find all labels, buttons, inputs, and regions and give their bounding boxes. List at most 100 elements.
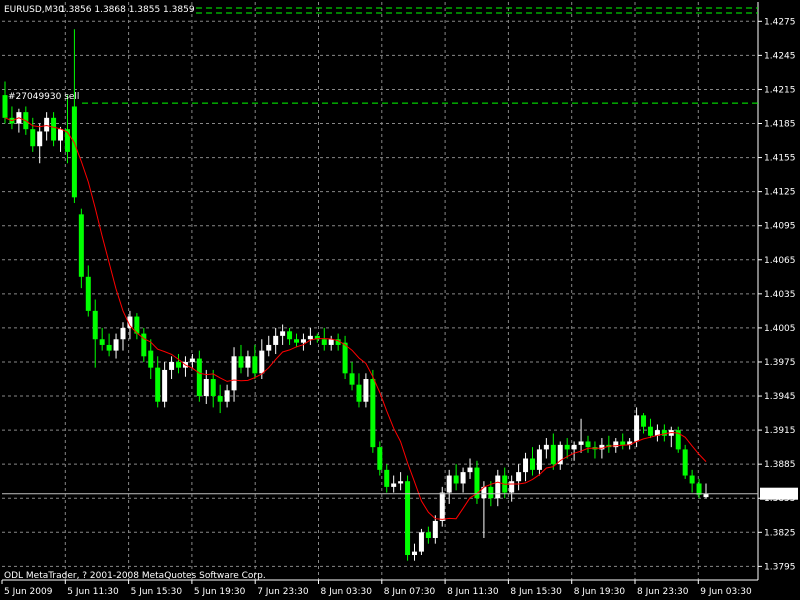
candle-bull [446, 475, 452, 493]
candle-bear [287, 331, 293, 340]
candle-bull [516, 472, 522, 482]
candle-bull [224, 390, 230, 402]
candle-bear [661, 430, 667, 436]
x-tick-label: 5 Jun 15:30 [131, 587, 183, 597]
candle-bear [99, 339, 105, 345]
candle-bull [300, 339, 306, 343]
x-tick-label: 8 Jun 15:30 [510, 587, 562, 597]
candle-bear [370, 379, 376, 448]
candle-bear [384, 469, 390, 487]
candle-bear [51, 117, 57, 141]
candle-bear [30, 129, 36, 147]
x-tick-label: 8 Jun 07:30 [384, 587, 436, 597]
candle-bull [418, 532, 424, 552]
candle-bull [189, 358, 195, 362]
candle-bear [405, 481, 411, 556]
candle-bear [377, 447, 383, 470]
candle-bull [703, 493, 709, 498]
candle-bear [252, 356, 258, 374]
candle-bear [342, 342, 348, 374]
y-tick-label: 1.3975 [764, 358, 796, 368]
candle-bull [495, 475, 501, 499]
candle-bear [356, 384, 362, 402]
candle-bull [169, 361, 175, 370]
candle-bear [696, 483, 702, 495]
candle-bull [307, 335, 313, 340]
candle-bull [571, 444, 577, 450]
candle-bear [155, 367, 161, 402]
price-chart[interactable]: 5 Jun 2009 5 Jun 11:30 5 Jun 15:30 5 Jun 19… [0, 0, 800, 600]
candle-bear [529, 458, 535, 470]
y-tick-label: 1.4065 [764, 256, 796, 266]
y-tick-label: 1.3825 [764, 528, 796, 538]
candle-bear [488, 486, 494, 499]
x-tick-label: 8 Jun 03:30 [321, 587, 373, 597]
y-tick-label: 1.3885 [764, 460, 796, 470]
y-tick-label: 1.4035 [764, 290, 796, 300]
candle-bull [58, 129, 64, 141]
candle-bear [425, 532, 431, 538]
y-tick-label: 1.4275 [764, 17, 796, 27]
candle-bear [689, 475, 695, 484]
candle-bull [162, 369, 168, 402]
y-tick-label: 1.4185 [764, 120, 796, 130]
candle-bear [78, 214, 84, 277]
candle-bull [439, 492, 445, 521]
y-tick-label: 1.3945 [764, 392, 796, 402]
candle-bear [238, 356, 244, 368]
candle-bull [44, 117, 50, 132]
candle-bull [398, 481, 404, 484]
candle-bull [363, 379, 369, 402]
candle-bull [245, 356, 251, 368]
candle-bull [203, 379, 209, 397]
candle-bull [523, 458, 529, 473]
candle-bear [585, 441, 591, 448]
chart-ohlc: 1.3856 1.3868 1.3855 1.3859 [60, 5, 195, 15]
candle-bear [106, 344, 112, 351]
candle-bear [620, 441, 626, 445]
candle-bear [85, 276, 91, 311]
candle-bull [543, 444, 549, 450]
y-tick-label: 1.4005 [764, 324, 796, 334]
candle-bull [259, 350, 265, 374]
candle-bear [176, 361, 182, 368]
x-tick-label: 7 Jun 23:30 [257, 587, 309, 597]
candle-bull [411, 551, 417, 556]
candle-bull [37, 131, 43, 147]
candle-bull [467, 467, 473, 473]
candle-bull [509, 481, 515, 493]
candle-bull [328, 339, 334, 345]
candle-bear [92, 310, 98, 340]
candle-bear [349, 373, 355, 385]
y-tick-label: 1.4095 [764, 222, 796, 232]
x-tick-label: 5 Jun 11:30 [67, 587, 119, 597]
candle-bear [647, 426, 653, 436]
candle-bear [564, 444, 570, 450]
y-tick-label: 1.4215 [764, 85, 796, 95]
candle-bear [550, 444, 556, 465]
candle-bull [634, 415, 640, 442]
y-tick-label: 1.3915 [764, 426, 796, 436]
candle-bull [120, 327, 126, 340]
x-tick-label: 8 Jun 19:30 [574, 587, 626, 597]
candle-bull [266, 344, 272, 351]
y-tick-label: 1.4245 [764, 51, 796, 61]
candle-bull [113, 339, 119, 351]
candle-bear [294, 339, 300, 343]
candle-bull [231, 356, 237, 391]
y-tick-label: 1.3795 [764, 562, 796, 572]
candle-bull [460, 472, 466, 484]
x-tick-label: 9 Jun 03:30 [700, 587, 752, 597]
y-tick-label: 1.4155 [764, 154, 796, 164]
candle-bull [432, 520, 438, 538]
candle-bear [641, 415, 647, 427]
x-tick-label: 8 Jun 23:30 [637, 587, 689, 597]
candle-bull [391, 483, 397, 487]
candle-bull [280, 331, 286, 336]
copyright-text: ODL MetaTrader, ? 2001-2008 MetaQuotes S… [4, 571, 266, 581]
chart-symbol: EURUSD,M30 [4, 5, 64, 15]
candle-bull [273, 335, 279, 345]
candle-bear [2, 95, 8, 118]
y-tick-label: 1.4125 [764, 188, 796, 198]
candle-bear [453, 475, 459, 484]
